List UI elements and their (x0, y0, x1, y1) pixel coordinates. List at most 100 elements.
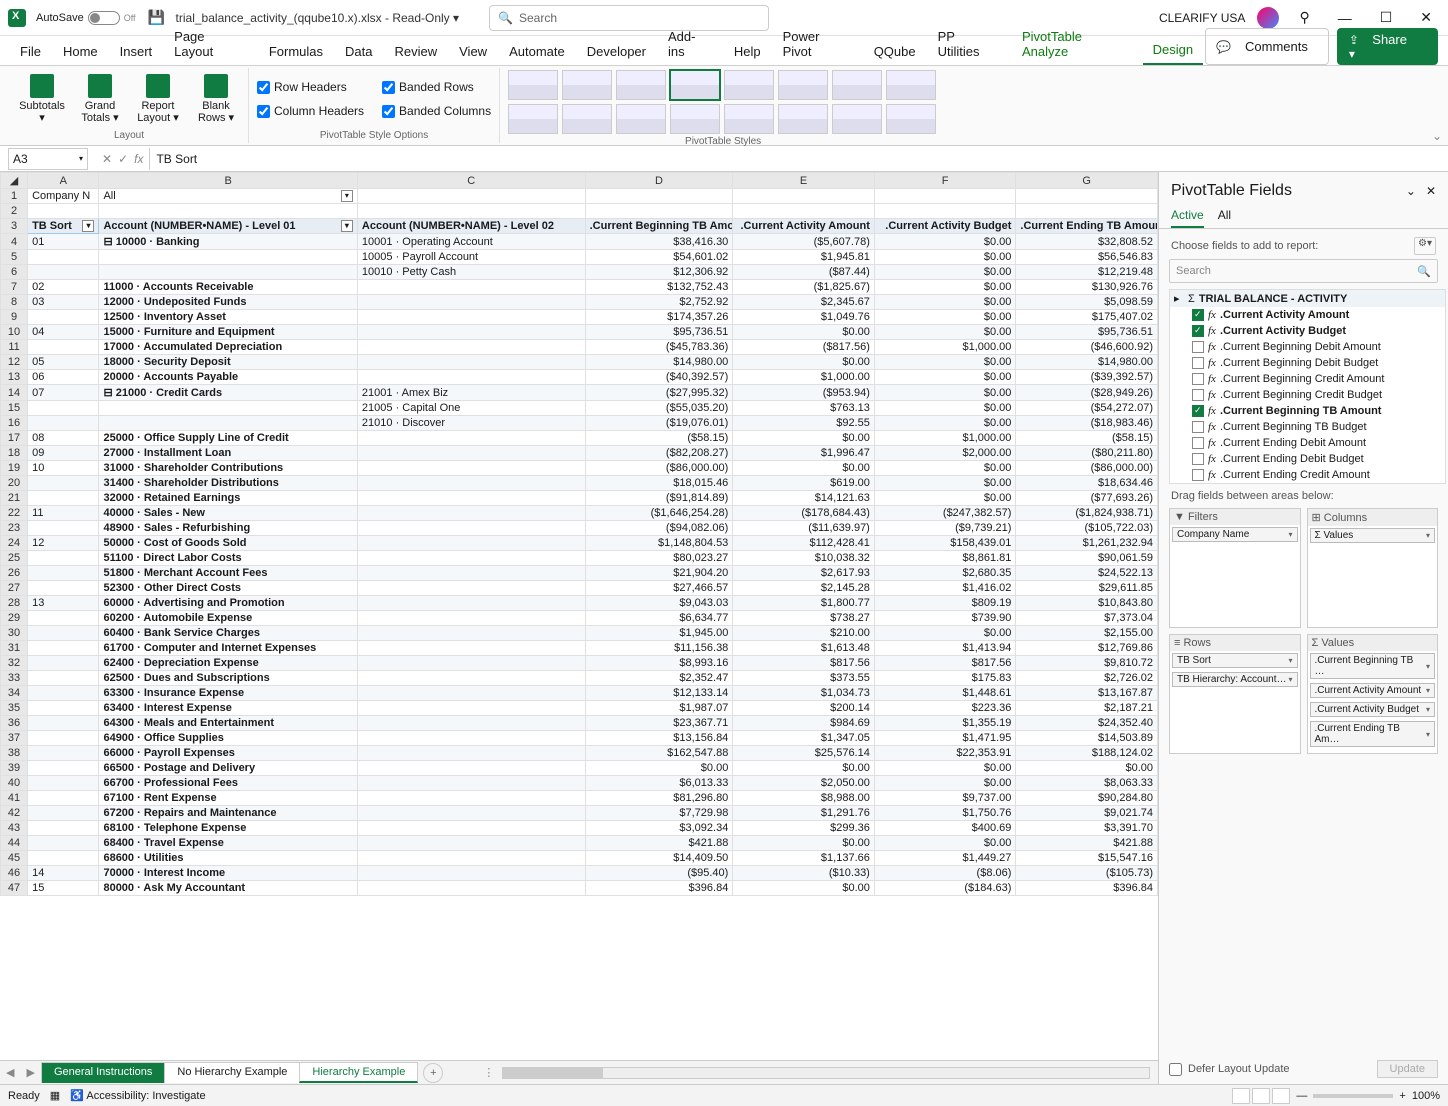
sheet-tab-2[interactable]: Hierarchy Example (299, 1062, 418, 1083)
table-row[interactable]: 471580000 · Ask My Accountant$396.84$0.0… (1, 881, 1158, 896)
tab-add-ins[interactable]: Add-ins (658, 23, 722, 65)
pivot-style-9[interactable] (562, 104, 612, 134)
table-row[interactable]: 3060400 · Bank Service Charges$1,945.00$… (1, 626, 1158, 641)
table-row[interactable]: 100415000 · Furniture and Equipment$95,7… (1, 325, 1158, 340)
tab-design[interactable]: Design (1143, 36, 1203, 65)
zoom-level[interactable]: 100% (1412, 1090, 1440, 1102)
tab-automate[interactable]: Automate (499, 38, 575, 65)
area-pill[interactable]: .Current Beginning TB … (1310, 653, 1436, 679)
col-B[interactable]: B (99, 173, 357, 189)
grand-totals-button[interactable]: GrandTotals ▾ (76, 70, 124, 128)
tab-view[interactable]: View (449, 38, 497, 65)
table-row[interactable]: 4468400 · Travel Expense$421.88$0.00$0.0… (1, 836, 1158, 851)
table-row[interactable]: 2960200 · Automobile Expense$6,634.77$73… (1, 611, 1158, 626)
table-row[interactable]: 3463300 · Insurance Expense$12,133.14$1,… (1, 686, 1158, 701)
pivot-style-10[interactable] (616, 104, 666, 134)
table-row[interactable]: 70211000 · Accounts Receivable$132,752.4… (1, 280, 1158, 295)
table-row[interactable]: 1407⊟ 21000 · Credit Cards21001 · Amex B… (1, 385, 1158, 401)
table-row[interactable]: 130620000 · Accounts Payable($40,392.57)… (1, 370, 1158, 385)
field-item[interactable]: fx .Current Beginning Credit Budget (1170, 387, 1445, 403)
sheet-nav-prev[interactable]: ◀ (0, 1066, 20, 1079)
area-pill[interactable]: TB Hierarchy: Account… (1172, 672, 1298, 687)
row-headers-checkbox[interactable]: Row Headers (257, 75, 364, 99)
pane-tab-all[interactable]: All (1218, 204, 1231, 228)
sheet-nav-next[interactable]: ▶ (20, 1066, 40, 1079)
field-group[interactable]: ▸ΣTRIAL BALANCE - ACTIVITY (1170, 290, 1445, 307)
report-layout-button[interactable]: ReportLayout ▾ (134, 70, 182, 128)
save-icon[interactable]: 💾 (148, 9, 166, 27)
table-row[interactable]: 3161700 · Computer and Internet Expenses… (1, 641, 1158, 656)
tab-pivottable-analyze[interactable]: PivotTable Analyze (1012, 23, 1141, 65)
pane-tab-active[interactable]: Active (1171, 204, 1204, 228)
pivot-style-6[interactable] (832, 70, 882, 100)
table-row[interactable]: 2031400 · Shareholder Distributions$18,0… (1, 476, 1158, 491)
table-row[interactable]: 510005 · Payroll Account$54,601.02$1,945… (1, 250, 1158, 265)
share-button[interactable]: ⇪ Share ▾ (1337, 28, 1438, 65)
field-item[interactable]: fx .Current Activity Budget (1170, 323, 1445, 339)
table-row[interactable]: 3262400 · Depreciation Expense$8,993.16$… (1, 656, 1158, 671)
table-row[interactable]: 4167100 · Rent Expense$81,296.80$8,988.0… (1, 791, 1158, 806)
column-headers-checkbox[interactable]: Column Headers (257, 99, 364, 123)
table-row[interactable]: 2348900 · Sales - Refurbishing($94,082.0… (1, 521, 1158, 536)
area-filters[interactable]: ▼ FiltersCompany Name (1169, 508, 1301, 628)
hdr-tb-sort[interactable]: TB Sort▾ (28, 219, 99, 234)
col-F[interactable]: F (874, 173, 1016, 189)
table-row[interactable]: 4066700 · Professional Fees$6,013.33$2,0… (1, 776, 1158, 791)
comments-button[interactable]: 💬 Comments (1205, 28, 1329, 65)
tab-pp-utilities[interactable]: PP Utilities (928, 23, 1010, 65)
banded-rows-checkbox[interactable]: Banded Rows (382, 75, 491, 99)
field-item[interactable]: fx .Current Beginning TB Amount (1170, 403, 1445, 419)
ribbon-display-icon[interactable]: ⚲ (1291, 5, 1317, 30)
table-row[interactable]: 4267200 · Repairs and Maintenance$7,729.… (1, 806, 1158, 821)
subtotals-button[interactable]: Subtotals ▾ (18, 70, 66, 128)
sheet-tab-1[interactable]: No Hierarchy Example (164, 1062, 300, 1083)
name-box[interactable]: A3▾ (8, 148, 88, 170)
autosave-toggle[interactable]: AutoSave Off (36, 11, 136, 25)
pane-options-icon[interactable]: ⌄ (1406, 184, 1416, 198)
table-row[interactable]: 1117000 · Accumulated Depreciation($45,7… (1, 340, 1158, 355)
pivot-style-11[interactable] (670, 104, 720, 134)
area-pill[interactable]: .Current Ending TB Am… (1310, 721, 1436, 747)
area-pill[interactable]: TB Sort (1172, 653, 1298, 668)
table-row[interactable]: 3966500 · Postage and Delivery$0.00$0.00… (1, 761, 1158, 776)
tab-page-layout[interactable]: Page Layout (164, 23, 257, 65)
normal-view-icon[interactable] (1232, 1088, 1250, 1104)
add-sheet-button[interactable]: + (423, 1063, 443, 1083)
tab-power-pivot[interactable]: Power Pivot (773, 23, 862, 65)
minimize-icon[interactable]: ― (1330, 6, 1360, 30)
area-pill[interactable]: .Current Activity Budget (1310, 702, 1436, 717)
table-row[interactable]: 1521005 · Capital One($55,035.20)$763.13… (1, 401, 1158, 416)
tab-developer[interactable]: Developer (577, 38, 656, 65)
col-E[interactable]: E (733, 173, 875, 189)
tab-qqube[interactable]: QQube (864, 38, 926, 65)
area-columns[interactable]: ⊞ ColumnsΣ Values (1307, 508, 1439, 628)
search-input[interactable]: 🔍 Search (489, 5, 769, 31)
table-row[interactable]: 180927000 · Installment Loan($82,208.27)… (1, 446, 1158, 461)
field-search-input[interactable]: Search🔍 (1169, 259, 1438, 283)
update-button[interactable]: Update (1377, 1060, 1438, 1078)
pivot-style-7[interactable] (886, 70, 936, 100)
pivot-style-13[interactable] (778, 104, 828, 134)
blank-rows-button[interactable]: BlankRows ▾ (192, 70, 240, 128)
table-row[interactable]: 281360000 · Advertising and Promotion$9,… (1, 596, 1158, 611)
table-row[interactable]: 2551100 · Direct Labor Costs$80,023.27$1… (1, 551, 1158, 566)
table-row[interactable]: 120518000 · Security Deposit$14,980.00$0… (1, 355, 1158, 370)
table-row[interactable]: 1621010 · Discover($19,076.01)$92.55$0.0… (1, 416, 1158, 431)
tab-review[interactable]: Review (385, 38, 448, 65)
zoom-slider[interactable] (1313, 1094, 1393, 1098)
cancel-fx-icon[interactable]: ✕ (102, 152, 112, 166)
banded-columns-checkbox[interactable]: Banded Columns (382, 99, 491, 123)
field-item[interactable]: fx .Current Ending Debit Amount (1170, 435, 1445, 451)
area-rows[interactable]: ≡ RowsTB SortTB Hierarchy: Account… (1169, 634, 1301, 754)
table-row[interactable]: 3362500 · Dues and Subscriptions$2,352.4… (1, 671, 1158, 686)
enter-fx-icon[interactable]: ✓ (118, 152, 128, 166)
table-row[interactable]: 4568600 · Utilities$14,409.50$1,137.66$1… (1, 851, 1158, 866)
gear-icon[interactable]: ⚙▾ (1414, 237, 1436, 255)
fx-icon[interactable]: fx (134, 152, 143, 166)
tab-formulas[interactable]: Formulas (259, 38, 333, 65)
formula-bar[interactable]: TB Sort (149, 148, 1448, 170)
col-C[interactable]: C (357, 173, 585, 189)
select-all[interactable]: ◢ (1, 173, 28, 189)
table-row[interactable]: 241250000 · Cost of Goods Sold$1,148,804… (1, 536, 1158, 551)
hdr-acct-l2[interactable]: Account (NUMBER•NAME) - Level 02 (357, 219, 585, 234)
